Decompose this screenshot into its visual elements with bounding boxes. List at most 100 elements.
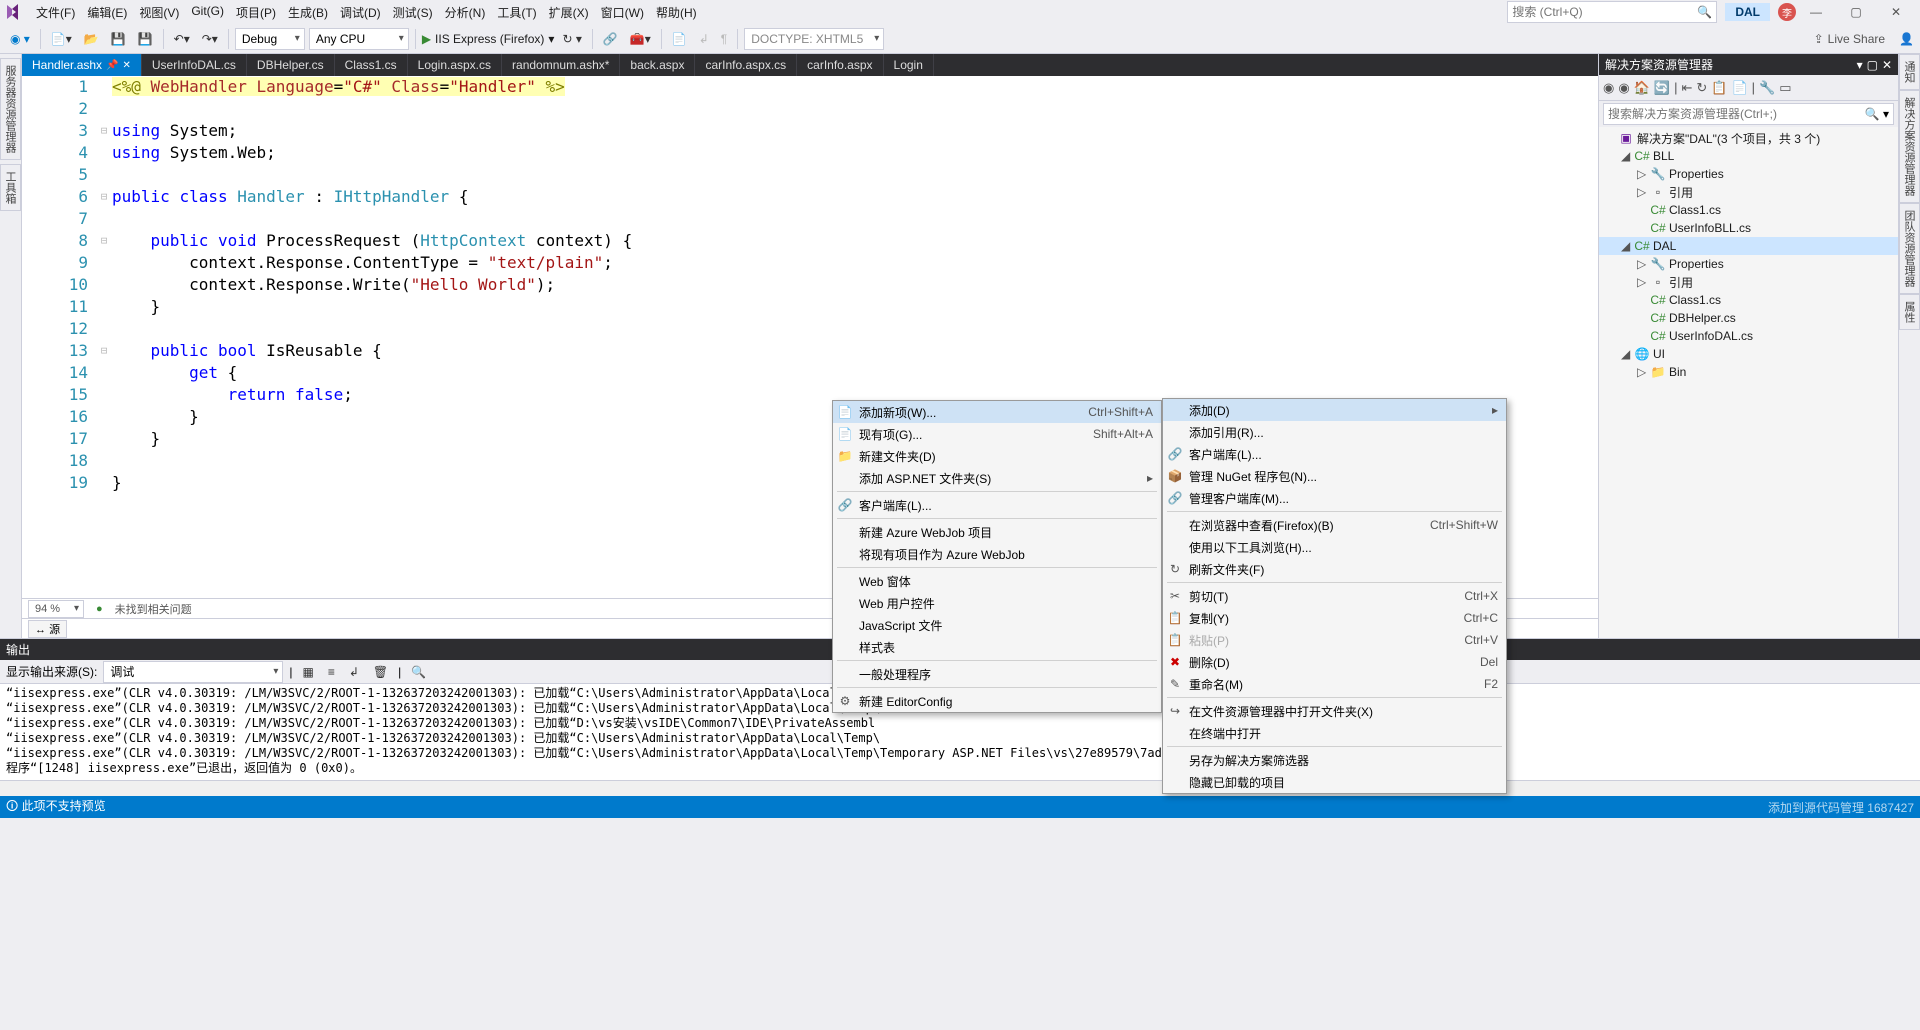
solution-search[interactable]: 🔍 ▾ — [1603, 103, 1894, 125]
context-menu-item[interactable]: JavaScript 文件 — [833, 614, 1161, 636]
context-menu-item[interactable]: 添加(D) — [1163, 399, 1506, 421]
context-menu-item[interactable]: 隐藏已卸载的项目 — [1163, 771, 1506, 793]
rail-tab[interactable]: 解决方案资源管理器 — [1899, 90, 1920, 203]
redo-icon[interactable]: ↷▾ — [198, 30, 222, 48]
tree-node[interactable]: ▷🔧Properties — [1599, 165, 1898, 183]
menu-item[interactable]: 视图(V) — [133, 2, 185, 23]
output-find-icon[interactable]: 🔍 — [407, 663, 430, 681]
tree-node[interactable]: ◢🌐UI — [1599, 345, 1898, 363]
tree-node[interactable]: C#Class1.cs — [1599, 201, 1898, 219]
menu-item[interactable]: 项目(P) — [230, 2, 282, 23]
tree-node[interactable]: C#DBHelper.cs — [1599, 309, 1898, 327]
output-wrap-icon[interactable]: ↲ — [345, 663, 363, 681]
menu-item[interactable]: 帮助(H) — [650, 2, 703, 23]
editor-tab[interactable]: DBHelper.cs — [247, 54, 335, 76]
sln-showall-icon[interactable]: 📋 — [1711, 80, 1727, 96]
menu-item[interactable]: 生成(B) — [282, 2, 334, 23]
context-menu-item[interactable]: 使用以下工具浏览(H)... — [1163, 536, 1506, 558]
menu-item[interactable]: 分析(N) — [439, 2, 492, 23]
context-menu-item[interactable]: 🔗客户端库(L)... — [1163, 443, 1506, 465]
close-icon[interactable]: ✕ — [1876, 5, 1916, 19]
context-menu-item[interactable]: 📦管理 NuGet 程序包(N)... — [1163, 465, 1506, 487]
rail-tab[interactable]: 属性 — [1899, 294, 1920, 330]
tree-node[interactable]: C#UserInfoBLL.cs — [1599, 219, 1898, 237]
nav-back-icon[interactable]: ◉ ▾ — [6, 30, 34, 48]
editor-tab[interactable]: back.aspx — [620, 54, 695, 76]
platform-combo[interactable]: Any CPU — [309, 28, 409, 50]
tree-node[interactable]: ▷▫引用 — [1599, 183, 1898, 201]
context-menu-item[interactable]: ↪在文件资源管理器中打开文件夹(X) — [1163, 700, 1506, 722]
editor-tab[interactable]: UserInfoDAL.cs — [142, 54, 247, 76]
new-item-icon[interactable]: 📄▾ — [47, 30, 76, 48]
editor-tab[interactable]: Handler.ashx 📌 ✕ — [22, 54, 142, 76]
sln-fwd-icon[interactable]: ◉ — [1618, 80, 1629, 96]
quick-search[interactable]: 🔍 — [1507, 1, 1717, 23]
tree-node[interactable]: ◢C#DAL — [1599, 237, 1898, 255]
source-view-tab[interactable]: ↔ 源 — [28, 620, 67, 638]
rail-tab[interactable]: 服务器资源管理器 — [0, 58, 21, 160]
rail-tab[interactable]: 工具箱 — [0, 164, 21, 211]
tree-node[interactable]: ▷🔧Properties — [1599, 255, 1898, 273]
sln-collapse-icon[interactable]: ⇤ — [1681, 80, 1692, 96]
context-menu-item[interactable]: 添加 ASP.NET 文件夹(S) — [833, 467, 1161, 489]
menu-item[interactable]: 窗口(W) — [595, 2, 650, 23]
output-clear-icon[interactable]: ▦ — [298, 663, 317, 681]
context-menu-item[interactable]: 在浏览器中查看(Firefox)(B)Ctrl+Shift+W — [1163, 514, 1506, 536]
sln-filter-icon[interactable]: ▭ — [1779, 80, 1791, 96]
undo-icon[interactable]: ↶▾ — [170, 30, 194, 48]
editor-tab[interactable]: carInfo.aspx.cs — [695, 54, 797, 76]
sln-home-icon[interactable]: 🏠 — [1634, 80, 1650, 96]
output-scrollbar[interactable] — [0, 780, 1920, 796]
context-menu-project[interactable]: 添加(D)添加引用(R)...🔗客户端库(L)...📦管理 NuGet 程序包(… — [1162, 398, 1507, 794]
tree-node[interactable]: ◢C#BLL — [1599, 147, 1898, 165]
context-menu-item[interactable]: ✖删除(D)Del — [1163, 651, 1506, 673]
context-menu-item[interactable]: 添加引用(R)... — [1163, 421, 1506, 443]
solution-config-chip[interactable]: DAL — [1725, 3, 1770, 21]
context-menu-item[interactable]: ⚙新建 EditorConfig — [833, 690, 1161, 712]
menu-item[interactable]: 工具(T) — [491, 2, 542, 23]
zoom-combo[interactable]: 94 % — [28, 600, 84, 618]
pane-pin-icon[interactable]: ▢ — [1867, 58, 1878, 72]
solution-search-input[interactable] — [1608, 107, 1865, 121]
context-menu-item[interactable]: 样式表 — [833, 636, 1161, 658]
rail-tab[interactable]: 团队资源管理器 — [1899, 203, 1920, 294]
context-menu-item[interactable]: 📄添加新项(W)...Ctrl+Shift+A — [833, 401, 1161, 423]
context-menu-item[interactable]: ✎重命名(M)F2 — [1163, 673, 1506, 695]
config-combo[interactable]: Debug — [235, 28, 305, 50]
tree-node[interactable]: ▷▫引用 — [1599, 273, 1898, 291]
doctype-combo[interactable]: DOCTYPE: XHTML5 — [744, 28, 884, 50]
user-avatar[interactable]: 李 — [1778, 3, 1796, 21]
context-menu-item[interactable]: 📁新建文件夹(D) — [833, 445, 1161, 467]
sln-refresh-icon[interactable]: ↻ — [1696, 80, 1707, 96]
context-menu-item[interactable]: 🔗管理客户端库(M)... — [1163, 487, 1506, 509]
editor-tab[interactable]: randomnum.ashx* — [502, 54, 620, 76]
save-icon[interactable]: 💾 — [107, 30, 130, 48]
solution-tree[interactable]: ▣ 解决方案"DAL"(3 个项目，共 3 个) ◢C#BLL▷🔧Propert… — [1599, 127, 1898, 638]
maximize-icon[interactable]: ▢ — [1836, 5, 1876, 19]
refresh-icon[interactable]: ↻ ▾ — [558, 30, 585, 48]
editor-tab[interactable]: Login.aspx.cs — [408, 54, 502, 76]
context-menu-item[interactable]: Web 窗体 — [833, 570, 1161, 592]
tree-node[interactable]: C#Class1.cs — [1599, 291, 1898, 309]
minimize-icon[interactable]: — — [1796, 5, 1836, 19]
menu-item[interactable]: 扩展(X) — [543, 2, 595, 23]
save-all-icon[interactable]: 💾 — [134, 30, 157, 48]
pane-dropdown-icon[interactable]: ▾ — [1857, 58, 1863, 72]
output-toggle-icon[interactable]: ≡ — [324, 663, 339, 681]
context-menu-item[interactable]: ↻刷新文件夹(F) — [1163, 558, 1506, 580]
menu-item[interactable]: 编辑(E) — [81, 2, 133, 23]
feedback-icon[interactable]: 👤 — [1899, 32, 1914, 46]
pane-close-icon[interactable]: ✕ — [1882, 58, 1892, 72]
output-clear2-icon[interactable]: 🗑 — [369, 663, 392, 681]
quick-search-input[interactable] — [1512, 5, 1697, 19]
context-menu-item[interactable]: 在终端中打开 — [1163, 722, 1506, 744]
tab-close-icon[interactable]: ✕ — [123, 60, 131, 71]
menu-item[interactable]: Git(G) — [185, 2, 230, 23]
sln-sync-icon[interactable]: 🔄 — [1654, 80, 1670, 96]
sln-preview-icon[interactable]: 📄 — [1731, 80, 1747, 96]
context-menu-item[interactable]: ✂剪切(T)Ctrl+X — [1163, 585, 1506, 607]
context-menu-item[interactable]: Web 用户控件 — [833, 592, 1161, 614]
open-icon[interactable]: 📂 — [80, 30, 103, 48]
context-menu-item[interactable]: 将现有项目作为 Azure WebJob — [833, 543, 1161, 565]
tree-node[interactable]: ▷📁Bin — [1599, 363, 1898, 381]
